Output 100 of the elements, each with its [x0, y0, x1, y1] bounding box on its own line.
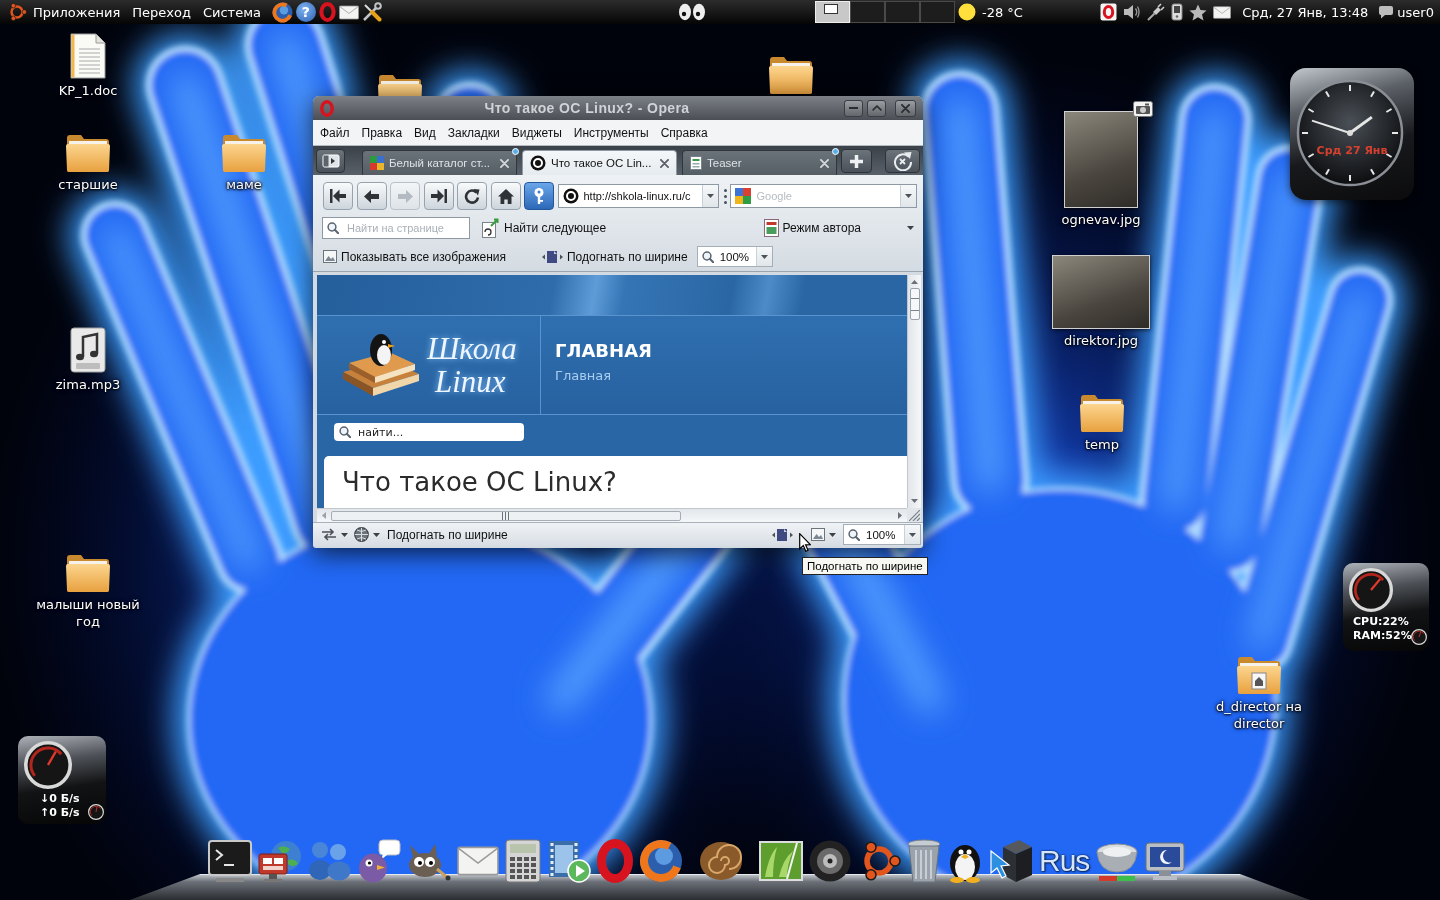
folder-icon[interactable] [1079, 393, 1125, 433]
key-button[interactable] [524, 182, 554, 210]
speaker-icon[interactable] [1123, 4, 1142, 20]
cursor-cube-icon[interactable] [989, 839, 1033, 883]
calculator-icon[interactable] [505, 839, 541, 883]
maximize-button[interactable] [867, 99, 886, 117]
menu-item[interactable]: Закладки [441, 122, 506, 143]
close-icon[interactable] [660, 158, 669, 168]
globe-button[interactable] [351, 527, 383, 542]
speech-bubble-icon[interactable] [1378, 5, 1395, 19]
menu-item[interactable]: Справка [654, 122, 714, 143]
find-field[interactable]: Найти на странице [322, 217, 470, 239]
menu-item[interactable]: Виджеты [505, 122, 568, 143]
image-button[interactable] [808, 528, 839, 541]
fit-width-button[interactable]: Подогнать по ширине [541, 249, 688, 264]
star-icon[interactable] [1189, 3, 1208, 21]
icon-label[interactable]: ognevav.jpg [1061, 211, 1141, 228]
logo-icon[interactable] [7, 2, 27, 22]
shell-icon[interactable] [699, 841, 743, 881]
tab[interactable]: Teaser [682, 150, 837, 175]
scroll-up-icon[interactable] [911, 280, 918, 284]
ring-icon[interactable] [597, 839, 633, 883]
menu-item[interactable]: Правка [355, 122, 409, 143]
home-button[interactable] [490, 182, 521, 210]
image-icon[interactable] [759, 841, 803, 881]
phone-icon[interactable] [1171, 3, 1184, 21]
fox-globe-icon[interactable] [271, 1, 293, 23]
photo-placeholder[interactable] [1064, 111, 1138, 208]
close-icon[interactable] [901, 103, 910, 113]
folder-icon[interactable] [768, 55, 814, 95]
keyboard-layout-indicator[interactable]: Rus [1039, 841, 1090, 881]
caret-icon[interactable] [907, 226, 914, 230]
dropdown-button[interactable] [904, 525, 920, 544]
icon-label[interactable]: малыши новый год [30, 596, 146, 630]
panel-menu[interactable]: Переход [126, 1, 197, 23]
icon-label[interactable]: direktor.jpg [1064, 332, 1138, 349]
scroll-down-icon[interactable] [911, 499, 918, 503]
sun-icon[interactable] [958, 3, 976, 21]
tab[interactable]: Что такое ОС Lin... [522, 150, 677, 175]
user-name[interactable]: user0 [1397, 4, 1434, 20]
film-play-icon[interactable] [547, 839, 591, 883]
panel-menu[interactable]: Приложения [27, 1, 127, 23]
bird-chat-icon[interactable] [357, 839, 401, 883]
close-button[interactable] [895, 99, 916, 117]
caret-icon[interactable] [706, 194, 714, 198]
minimize-button[interactable] [844, 99, 863, 117]
folder-icon[interactable] [65, 133, 111, 173]
back-button[interactable] [356, 182, 387, 210]
envelope-icon[interactable] [338, 4, 359, 20]
envelope-icon[interactable] [1213, 5, 1232, 19]
disc-icon[interactable] [809, 840, 851, 882]
icon-label[interactable]: temp [1085, 436, 1119, 453]
tab[interactable]: Белый каталог ст... [362, 150, 517, 175]
plug-icon[interactable] [1147, 3, 1166, 21]
show-images-button[interactable]: Показывать все изображения [323, 249, 506, 264]
rewind-button[interactable] [323, 182, 353, 210]
menu-item[interactable]: Вид [408, 122, 442, 143]
scroll-right-icon[interactable] [898, 512, 902, 519]
trash-icon[interactable] [907, 839, 941, 883]
caret-icon[interactable] [829, 532, 836, 537]
terminal-icon[interactable] [208, 840, 252, 882]
new-tab-button[interactable] [841, 149, 872, 173]
weather-temperature[interactable]: -28 °C [982, 4, 1023, 20]
icon-label[interactable]: старшие [58, 176, 118, 193]
resize-grip-icon[interactable] [908, 509, 920, 521]
find-next-button[interactable]: Найти следующее [482, 218, 607, 238]
date-time[interactable]: Срд, 27 Янв, 13:48 [1242, 4, 1369, 20]
reload-button[interactable] [457, 182, 487, 210]
caret-icon[interactable] [341, 532, 348, 537]
music-file-icon[interactable] [70, 327, 106, 373]
photo-placeholder[interactable] [1052, 255, 1150, 329]
icon-label[interactable]: маме [226, 176, 262, 193]
vertical-scrollbar[interactable] [907, 275, 921, 508]
horizontal-scrollbar[interactable] [317, 508, 907, 522]
eyes-icon[interactable] [678, 3, 706, 21]
document-icon[interactable] [70, 33, 106, 79]
fast-forward-button[interactable] [423, 182, 454, 210]
logo-text[interactable]: Школа [427, 332, 517, 365]
scrollbar-thumb[interactable] [909, 288, 920, 320]
monitor-moon-icon[interactable] [1145, 842, 1186, 880]
site-search-field[interactable]: найти... [334, 423, 524, 441]
icon-label[interactable]: d_director на director [1201, 698, 1317, 732]
grip-icon[interactable] [723, 188, 727, 204]
icon-label[interactable]: KP_1.doc [58, 82, 118, 99]
bowl-icon[interactable] [1095, 840, 1140, 882]
caret-icon[interactable] [909, 532, 916, 537]
fox-globe-icon[interactable] [639, 839, 683, 883]
caret-icon[interactable] [760, 254, 768, 259]
icon-label[interactable]: zima.mp3 [55, 376, 121, 393]
scrollbar-thumb[interactable] [331, 510, 681, 521]
breadcrumb-link[interactable]: Главная [555, 368, 612, 383]
closed-tabs-button[interactable] [885, 149, 920, 173]
folder-icon[interactable] [65, 553, 111, 593]
panel-menu[interactable]: Система [196, 1, 267, 23]
monitor-globe-icon[interactable] [258, 840, 302, 882]
menu-item[interactable]: Файл [314, 122, 356, 143]
caret-icon[interactable] [373, 532, 380, 537]
panel-toggle-button[interactable] [316, 149, 345, 173]
menu-item[interactable]: Инструменты [567, 122, 655, 143]
author-mode-button[interactable]: Режим автора [763, 219, 861, 237]
